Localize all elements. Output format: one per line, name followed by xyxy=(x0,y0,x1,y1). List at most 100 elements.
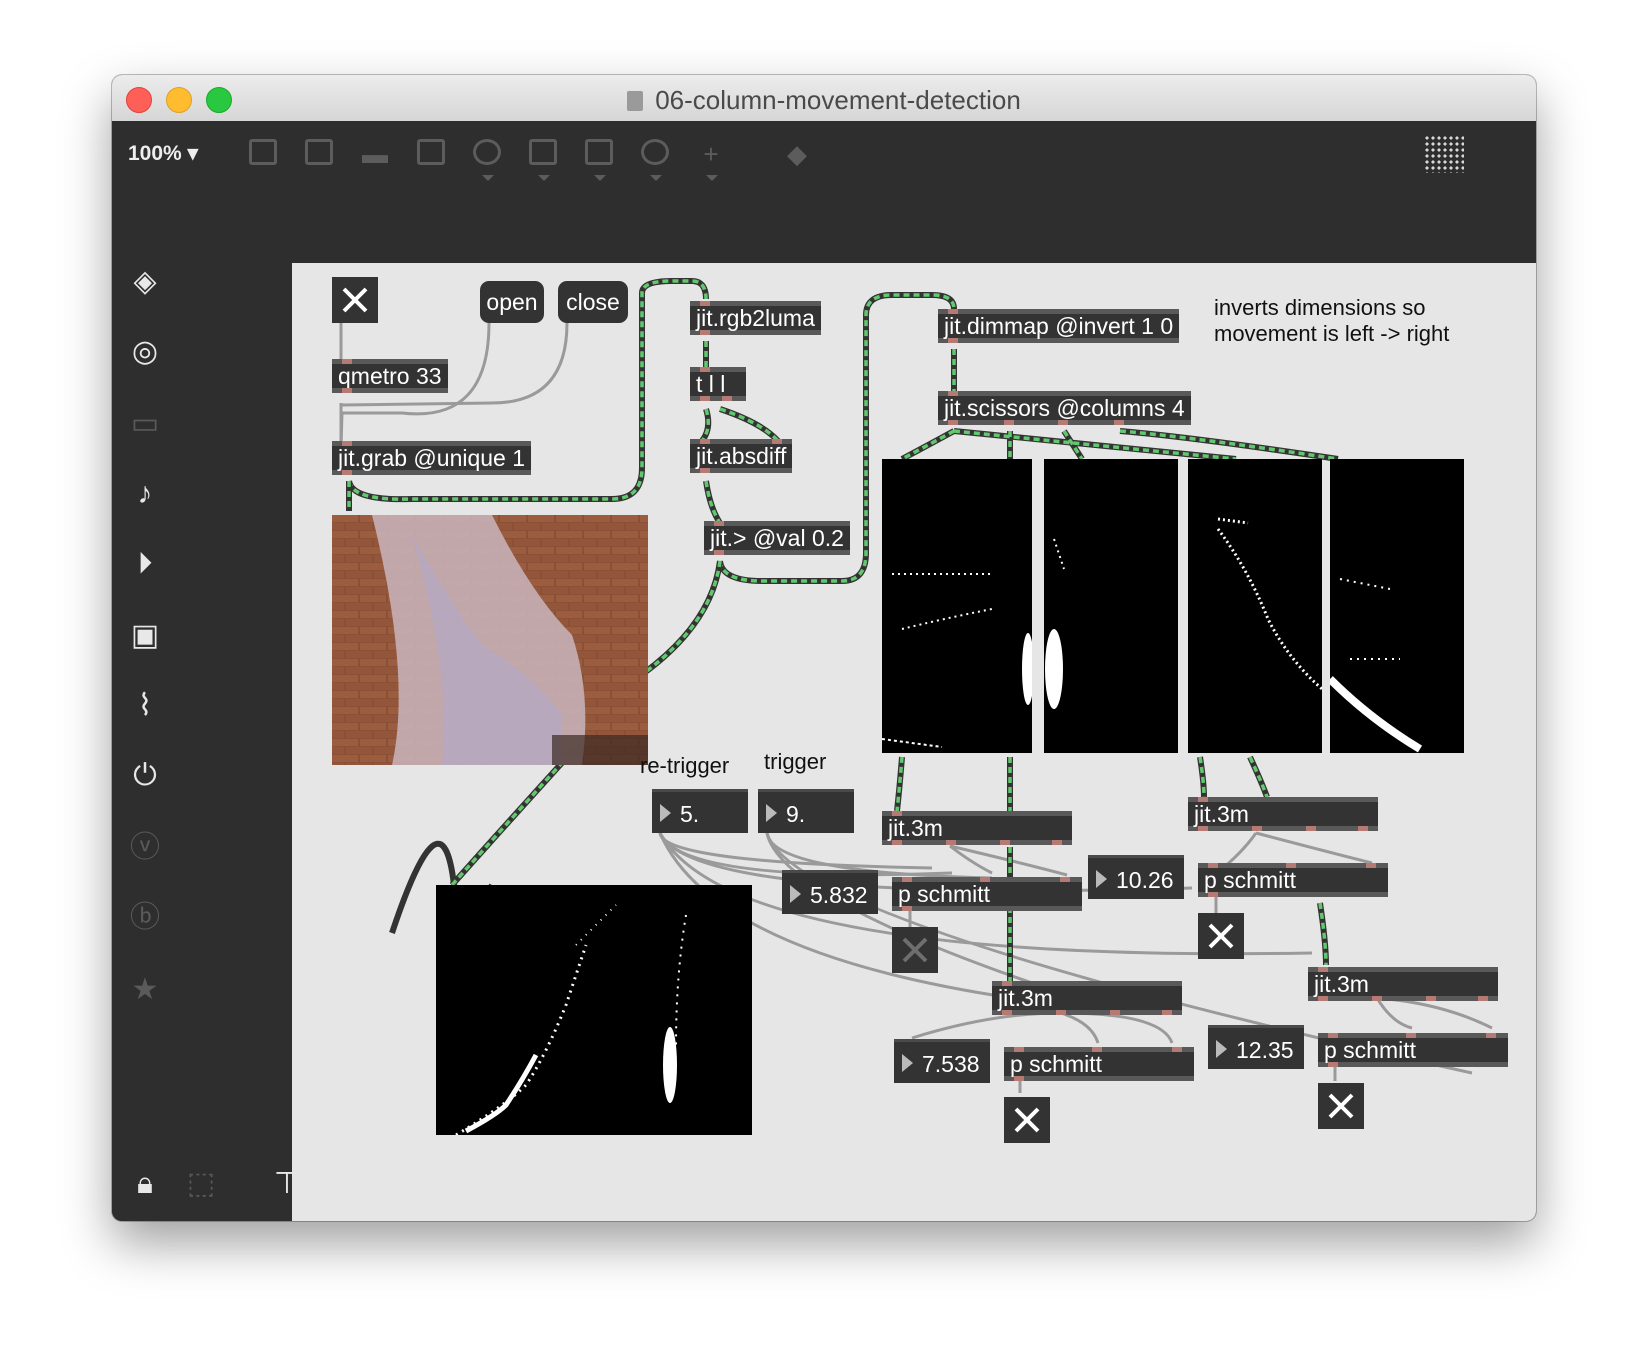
schmitt-toggle-3[interactable] xyxy=(1004,1097,1050,1143)
threshold-image xyxy=(455,904,687,1135)
retrigger-number[interactable]: 5. xyxy=(652,789,748,833)
absdiff-label: jit.absdiff xyxy=(696,443,787,469)
media-icon[interactable]: ⏵ xyxy=(126,545,164,583)
jit-threshold-object[interactable]: jit.> @val 0.2 xyxy=(704,521,850,555)
column-4-preview xyxy=(1330,459,1464,753)
v-icon[interactable]: ⓥ xyxy=(126,829,164,867)
star-icon[interactable]: ★ xyxy=(126,971,164,1009)
metro-toggle[interactable] xyxy=(332,277,378,323)
dimmap-label: jit.dimmap @invert 1 0 xyxy=(944,313,1174,339)
close-button[interactable]: close xyxy=(558,281,628,323)
jit-3m-object-3[interactable]: jit.3m xyxy=(992,981,1182,1015)
rgb2luma-label: jit.rgb2luma xyxy=(696,305,815,331)
column-3-image xyxy=(1216,517,1322,691)
plug-icon[interactable]: ⏻ xyxy=(126,757,164,795)
x-mark-icon xyxy=(1014,1107,1040,1133)
mean-value-2: 10.26 xyxy=(1116,867,1174,893)
title-bar: 06-column-movement-detection xyxy=(112,75,1536,122)
jit-3m-object-1[interactable]: jit.3m xyxy=(882,811,1072,845)
target-icon[interactable]: ◎ xyxy=(126,333,164,371)
trigger-value: 9. xyxy=(786,801,806,827)
schmitt-object-1[interactable]: p schmitt xyxy=(892,877,1082,911)
x-mark-icon xyxy=(1328,1093,1354,1119)
column-1-preview xyxy=(882,459,1032,753)
schmitt-object-2[interactable]: p schmitt xyxy=(1198,863,1388,897)
threshold-label: jit.> @val 0.2 xyxy=(710,525,844,551)
jit-dimmap-object[interactable]: jit.dimmap @invert 1 0 xyxy=(938,309,1180,343)
column-4-image xyxy=(1330,578,1423,753)
left-sidebar: ◈ ◎ ▭ ♪ ⏵ ▣ ⌇ ⏻ ⓥ ⓑ ★ xyxy=(112,187,178,1147)
jit-3m-object-4[interactable]: jit.3m xyxy=(1308,967,1498,1001)
trigger-label: t l l xyxy=(696,371,726,397)
music-note-icon[interactable]: ♪ xyxy=(126,475,164,513)
trigger-number[interactable]: 9. xyxy=(758,789,854,833)
mean-number-1[interactable]: 5.832 xyxy=(782,870,878,914)
mean-value-4: 12.35 xyxy=(1236,1037,1294,1063)
inverts-comment-line2: movement is left -> right xyxy=(1214,321,1450,346)
grid-view-icon[interactable] xyxy=(1424,135,1464,173)
schmitt-object-3[interactable]: p schmitt xyxy=(1004,1047,1194,1081)
inverts-comment-line1: inverts dimensions so xyxy=(1214,295,1426,320)
schmitt-object-4[interactable]: p schmitt xyxy=(1318,1033,1508,1067)
jit-absdiff-object[interactable]: jit.absdiff xyxy=(690,439,793,473)
schmitt-toggle-1[interactable] xyxy=(892,927,938,973)
schmitt-label-1: p schmitt xyxy=(898,881,991,907)
jit-grab-object[interactable]: jit.grab @unique 1 xyxy=(332,441,532,475)
new-message-icon[interactable] xyxy=(302,139,336,169)
slider-object-icon[interactable] xyxy=(582,139,616,181)
film-icon[interactable]: ▭ xyxy=(126,405,164,443)
dial-object-icon[interactable] xyxy=(638,139,672,181)
toggle-object-icon[interactable] xyxy=(414,139,448,169)
new-object-icon[interactable] xyxy=(246,139,280,169)
mean-number-4[interactable]: 12.35 xyxy=(1208,1025,1304,1069)
jit-3m-object-2[interactable]: jit.3m xyxy=(1188,797,1378,831)
lock-icon[interactable]: 🔒︎ xyxy=(126,1165,164,1203)
x-mark-icon xyxy=(1208,923,1234,949)
cube-icon[interactable]: ◈ xyxy=(126,263,164,301)
x-mark-icon xyxy=(902,937,928,963)
jit-grab-label: jit.grab @unique 1 xyxy=(338,445,526,471)
schmitt-label-2: p schmitt xyxy=(1204,867,1297,893)
jit-3m-label-2: jit.3m xyxy=(1194,801,1249,827)
column-2-image xyxy=(1045,538,1065,709)
zoom-menu[interactable]: 100% ▾ xyxy=(128,141,198,166)
toolbar: 100% ▾ ▬ + ◆ xyxy=(112,121,1536,187)
paint-bucket-icon[interactable]: ◆ xyxy=(780,139,814,169)
retrigger-comment: re-trigger xyxy=(640,753,730,778)
camera-image xyxy=(332,515,648,765)
mean-number-3[interactable]: 7.538 xyxy=(894,1039,990,1083)
jit-scissors-object[interactable]: jit.scissors @columns 4 xyxy=(938,391,1191,425)
open-button[interactable]: open xyxy=(480,281,544,323)
retrigger-value: 5. xyxy=(680,801,700,827)
inverts-comment: inverts dimensions so movement is left -… xyxy=(1214,295,1449,347)
zoom-value: 100% xyxy=(128,142,182,165)
image-icon[interactable]: ▣ xyxy=(126,617,164,655)
mean-value-1: 5.832 xyxy=(810,882,868,908)
mean-number-2[interactable]: 10.26 xyxy=(1088,855,1184,899)
jit-3m-label-4: jit.3m xyxy=(1314,971,1369,997)
qmetro-label: qmetro 33 xyxy=(338,363,442,389)
window-title-text: 06-column-movement-detection xyxy=(655,85,1021,115)
window-title: 06-column-movement-detection xyxy=(112,85,1536,116)
schmitt-label-3: p schmitt xyxy=(1010,1051,1103,1077)
schmitt-toggle-4[interactable] xyxy=(1318,1083,1364,1129)
new-comment-icon[interactable]: ▬ xyxy=(358,139,392,169)
scissors-label: jit.scissors @columns 4 xyxy=(944,395,1185,421)
add-object-icon[interactable]: + xyxy=(694,139,728,181)
qmetro-object[interactable]: qmetro 33 xyxy=(332,359,448,393)
jit-3m-label-1: jit.3m xyxy=(888,815,943,841)
button-object-icon[interactable] xyxy=(470,139,504,181)
camera-preview xyxy=(332,515,648,765)
patcher-canvas[interactable]: open close qmetro 33 jit.grab @unique 1 … xyxy=(292,263,1536,1221)
trigger-object[interactable]: t l l xyxy=(690,367,746,401)
trigger-comment: trigger xyxy=(764,749,827,774)
schmitt-toggle-2[interactable] xyxy=(1198,913,1244,959)
select-icon[interactable]: ⬚ xyxy=(182,1165,220,1203)
schmitt-label-4: p schmitt xyxy=(1324,1037,1417,1063)
column-1-image xyxy=(882,573,1032,748)
paperclip-icon[interactable]: ⌇ xyxy=(126,687,164,725)
b-icon[interactable]: ⓑ xyxy=(126,899,164,937)
jit-rgb2luma-object[interactable]: jit.rgb2luma xyxy=(690,301,821,335)
document-icon xyxy=(627,91,644,111)
play-object-icon[interactable] xyxy=(526,139,560,181)
